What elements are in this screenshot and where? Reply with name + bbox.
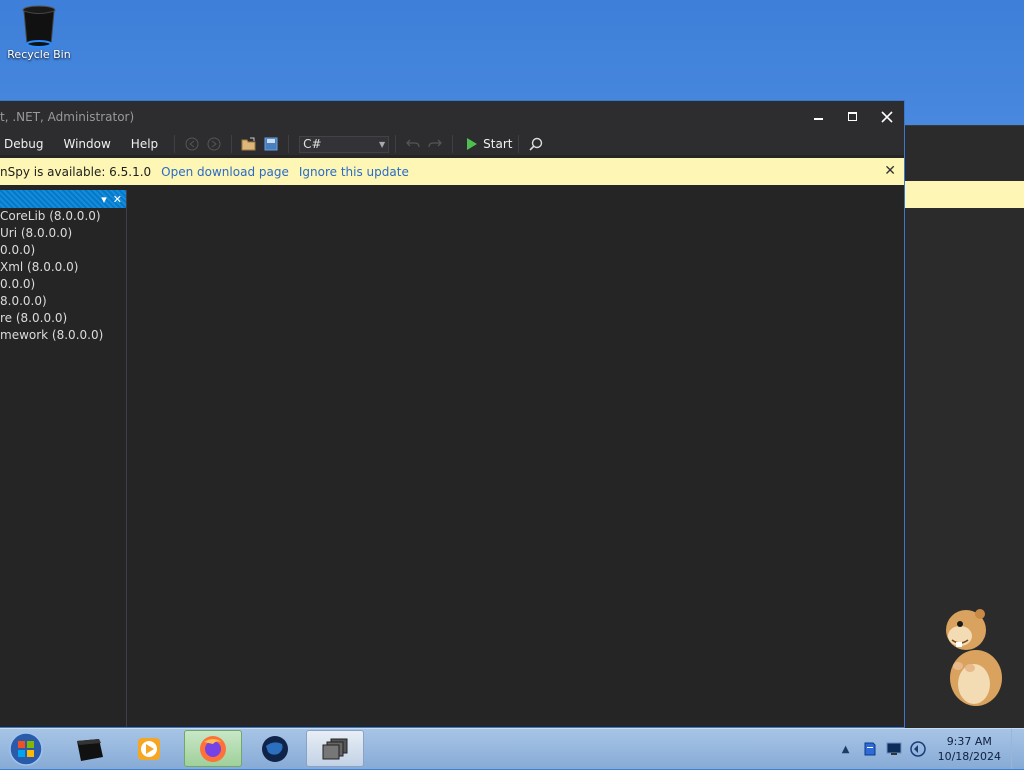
editor-area[interactable] <box>127 190 904 727</box>
windows-logo-icon <box>9 732 43 766</box>
taskbar-app-globe[interactable] <box>246 730 304 767</box>
network-icon[interactable] <box>885 740 903 758</box>
tree-item[interactable]: mework (8.0.0.0) <box>0 327 126 344</box>
show-hidden-icons-icon[interactable]: ▲ <box>837 740 855 758</box>
update-message: nSpy is available: 6.5.1.0 <box>0 164 152 179</box>
ignore-update-link[interactable]: Ignore this update <box>299 165 409 179</box>
search-icon[interactable] <box>527 135 545 153</box>
close-icon <box>881 111 893 123</box>
menu-help[interactable]: Help <box>121 137 168 151</box>
media-player-icon <box>138 737 160 760</box>
content-area: ▾ ✕ CoreLib (8.0.0.0) Uri (8.0.0.0) 0.0.… <box>0 185 904 727</box>
language-value: C# <box>303 137 322 151</box>
taskbar-app-media-player[interactable] <box>120 730 178 767</box>
panel-menu-icon[interactable]: ▾ <box>101 193 107 206</box>
dropdown-arrow-icon: ▼ <box>379 139 386 149</box>
toolbar-separator <box>174 135 176 153</box>
window-title: t, .NET, Administrator) <box>0 110 135 124</box>
action-center-icon[interactable] <box>861 740 879 758</box>
window-stack-icon <box>322 738 348 759</box>
infobar-close-icon[interactable]: ✕ <box>884 163 896 179</box>
redo-icon[interactable] <box>426 135 444 153</box>
taskbar-app-firefox[interactable] <box>184 730 242 767</box>
toolbar-separator <box>231 135 233 153</box>
minimize-button[interactable] <box>802 101 836 133</box>
assembly-explorer-header: ▾ ✕ <box>0 190 126 208</box>
tree-item[interactable]: 0.0.0) <box>0 276 126 293</box>
panel-close-icon[interactable]: ✕ <box>113 193 122 206</box>
title-bar[interactable]: t, .NET, Administrator) <box>0 101 904 133</box>
clock-date: 10/18/2024 <box>937 750 1001 763</box>
tree-item[interactable]: Uri (8.0.0.0) <box>0 225 126 242</box>
toolbar-separator <box>288 135 290 153</box>
update-infobar: nSpy is available: 6.5.1.0 Open download… <box>0 158 904 185</box>
firefox-icon <box>200 735 226 762</box>
nav-back-icon[interactable] <box>183 135 201 153</box>
play-icon <box>467 138 478 150</box>
system-tray: ▲ 9:37 AM 10/18/2024 <box>834 729 1024 769</box>
tree-item[interactable]: re (8.0.0.0) <box>0 310 126 327</box>
taskbar: ▲ 9:37 AM 10/18/2024 <box>0 728 1024 769</box>
dnspy-window[interactable]: t, .NET, Administrator) Debug Window Hel… <box>0 100 905 728</box>
open-folder-icon[interactable] <box>240 135 258 153</box>
menu-window[interactable]: Window <box>53 137 120 151</box>
menu-debug[interactable]: Debug <box>0 137 53 151</box>
start-button[interactable] <box>6 731 46 767</box>
start-label: Start <box>483 137 513 151</box>
start-debug-button[interactable]: Start <box>467 137 512 151</box>
maximize-button[interactable] <box>836 101 870 133</box>
recycle-bin-label: Recycle Bin <box>7 48 71 61</box>
show-desktop-button[interactable] <box>1011 729 1024 769</box>
save-all-icon[interactable] <box>262 135 280 153</box>
hamster-desktop-pet[interactable] <box>938 600 1008 710</box>
background-infobar <box>905 181 1024 208</box>
clock-time: 9:37 AM <box>946 735 992 748</box>
close-window-button[interactable] <box>870 101 904 133</box>
minimize-icon <box>814 118 823 120</box>
tree-item[interactable]: Xml (8.0.0.0) <box>0 259 126 276</box>
tree-item[interactable]: 0.0.0) <box>0 242 126 259</box>
undo-icon[interactable] <box>404 135 422 153</box>
toolbar-separator <box>518 135 520 153</box>
tree-item[interactable]: 8.0.0.0) <box>0 293 126 310</box>
language-select[interactable]: C# ▼ <box>299 135 390 153</box>
tree-item[interactable]: CoreLib (8.0.0.0) <box>0 208 126 225</box>
menu-toolbar: Debug Window Help C# ▼ Start <box>0 133 904 155</box>
toolbar-separator <box>452 135 454 153</box>
toolbar-separator <box>395 135 397 153</box>
terminal-icon <box>77 738 103 761</box>
recycle-bin-icon <box>21 4 57 48</box>
open-download-page-link[interactable]: Open download page <box>161 165 289 179</box>
system-clock[interactable]: 9:37 AM 10/18/2024 <box>938 734 1001 764</box>
maximize-icon <box>848 112 857 121</box>
taskbar-app-windows[interactable] <box>306 730 364 767</box>
nav-forward-icon[interactable] <box>205 135 223 153</box>
recycle-bin-desktop-icon[interactable]: Recycle Bin <box>6 4 72 61</box>
globe-icon <box>262 735 288 762</box>
volume-icon[interactable] <box>909 740 927 758</box>
taskbar-app-terminal[interactable] <box>60 730 118 767</box>
assembly-explorer-panel[interactable]: ▾ ✕ CoreLib (8.0.0.0) Uri (8.0.0.0) 0.0.… <box>0 190 127 727</box>
